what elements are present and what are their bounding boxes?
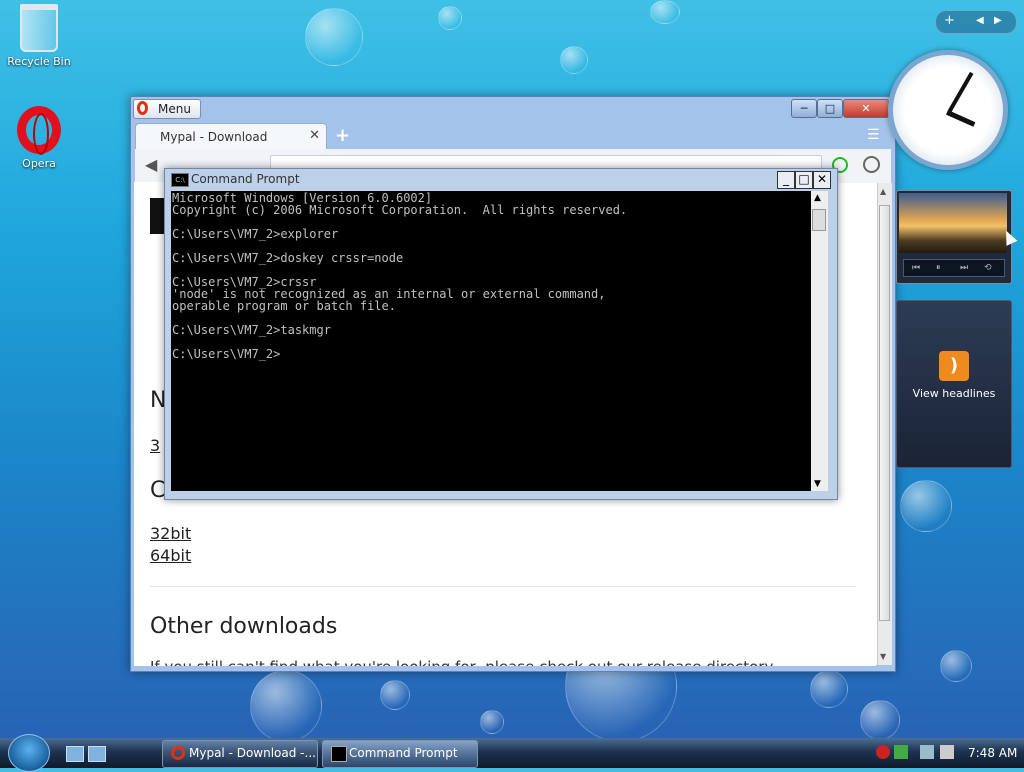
scroll-thumb[interactable]: [879, 205, 890, 621]
scroll-up-icon[interactable]: ▲: [814, 193, 821, 203]
opera-icon: [17, 106, 61, 155]
page-scrollbar[interactable]: ▲ ▼: [877, 183, 892, 665]
command-prompt-window: C:\ Command Prompt _ □ ✕ Microsoft Windo…: [164, 168, 838, 500]
rss-icon: ): [939, 351, 969, 381]
web-page-left-strip: N 3 C: [134, 182, 166, 503]
taskbar-button-browser[interactable]: Mypal - Download -...: [162, 740, 318, 768]
opera-menu-button[interactable]: Menu: [133, 99, 201, 119]
windows-flag-icon[interactable]: [894, 745, 908, 759]
next-icon[interactable]: ⏭: [960, 260, 968, 276]
minimize-button[interactable]: ─: [791, 99, 817, 118]
slideshow-controls: ⏮ ⏸ ⏭ ⟲: [903, 259, 1005, 277]
profile-icon[interactable]: [863, 156, 880, 173]
hour-hand: [945, 110, 976, 127]
tab-bar: Mypal - Download ✕ + ☰: [135, 123, 891, 150]
taskbar-clock[interactable]: 7:48 AM: [968, 746, 1017, 760]
maximize-button[interactable]: □: [795, 171, 813, 189]
security-alert-icon[interactable]: [876, 745, 890, 759]
desktop-icon-opera[interactable]: Opera: [2, 106, 76, 170]
feed-headlines-gadget[interactable]: ) View headlines: [896, 300, 1012, 468]
pause-icon[interactable]: ⏸: [936, 260, 941, 276]
close-button[interactable]: ✕: [813, 171, 831, 189]
download-32bit-link[interactable]: 32bit: [150, 524, 191, 543]
console-scrollbar[interactable]: ▲ ▼: [811, 191, 828, 491]
other-downloads-heading: Other downloads: [150, 614, 338, 639]
next-arrow-icon[interactable]: ▶: [994, 15, 1002, 26]
opera-icon: [171, 746, 185, 760]
close-button[interactable]: ✕: [843, 99, 889, 118]
desktop-icon-label: Opera: [22, 157, 56, 170]
clock-gadget[interactable]: [888, 50, 1008, 170]
console-line: C:\Users\VM7_2>taskmgr: [172, 323, 331, 337]
minimize-button[interactable]: _: [777, 171, 795, 189]
show-desktop-icon[interactable]: [66, 746, 84, 762]
scroll-down-icon[interactable]: ▼: [814, 479, 821, 489]
network-icon[interactable]: [920, 745, 934, 759]
trailing-text: If you still can't find what you're look…: [150, 658, 776, 666]
gadget-toolbar: + ◀ ▶: [935, 10, 1017, 34]
tab-title: Mypal - Download: [160, 130, 268, 144]
prev-arrow-icon[interactable]: ◀: [976, 15, 984, 26]
taskbar-button-cmd[interactable]: Command Prompt: [322, 740, 478, 768]
volume-muted-icon[interactable]: [940, 745, 954, 759]
console-line: Copyright (c) 2006 Microsoft Corporation…: [172, 203, 628, 217]
switch-windows-icon[interactable]: [88, 746, 106, 762]
scroll-down-icon[interactable]: ▼: [880, 652, 886, 661]
page-logo: [150, 198, 164, 234]
window-title: Command Prompt: [191, 172, 300, 186]
taskbar-button-label: Command Prompt: [349, 746, 458, 760]
feed-label[interactable]: View headlines: [897, 387, 1011, 400]
slideshow-image: [899, 193, 1007, 253]
desktop-icon-recycle-bin[interactable]: Recycle Bin: [2, 4, 76, 68]
desktop-icon-label: Recycle Bin: [7, 55, 71, 68]
back-arrow-icon[interactable]: ◀: [145, 155, 157, 174]
console-line: C:\Users\VM7_2>doskey crssr=node: [172, 251, 404, 265]
scroll-thumb[interactable]: [812, 209, 826, 231]
page-link[interactable]: 3: [150, 436, 160, 455]
new-tab-button[interactable]: +: [335, 125, 350, 146]
scroll-up-icon[interactable]: ▲: [880, 187, 886, 196]
tab-menu-icon[interactable]: ☰: [867, 127, 883, 143]
minute-hand: [948, 71, 974, 112]
slideshow-gadget[interactable]: ⏮ ⏸ ⏭ ⟲: [896, 190, 1012, 284]
taskbar-button-label: Mypal - Download -...: [189, 746, 316, 760]
console-line: C:\Users\VM7_2>explorer: [172, 227, 339, 241]
recycle-bin-icon: [20, 4, 58, 52]
menu-label: Menu: [158, 102, 191, 116]
divider: [150, 586, 856, 587]
cmd-icon: C:\: [171, 173, 189, 187]
view-icon[interactable]: ⟲: [984, 260, 992, 276]
console-line: operable program or batch file.: [172, 299, 396, 313]
download-64bit-link[interactable]: 64bit: [150, 546, 191, 565]
tab-mypal-download[interactable]: Mypal - Download ✕: [135, 123, 327, 150]
console-output[interactable]: Microsoft Windows [Version 6.0.6002] Copy…: [171, 191, 811, 491]
opera-logo-icon: [137, 101, 148, 115]
maximize-button[interactable]: □: [817, 99, 843, 118]
start-button[interactable]: [8, 734, 50, 772]
close-tab-icon[interactable]: ✕: [309, 128, 320, 143]
add-gadget-icon[interactable]: +: [944, 13, 955, 28]
taskbar: Mypal - Download -... Command Prompt 7:4…: [0, 734, 1024, 772]
previous-icon[interactable]: ⏮: [912, 260, 920, 276]
cmd-icon: [331, 746, 347, 762]
web-page-content-lower: 32bit 64bit Other downloads If you still…: [134, 498, 876, 666]
console-line: C:\Users\VM7_2>: [172, 347, 281, 361]
